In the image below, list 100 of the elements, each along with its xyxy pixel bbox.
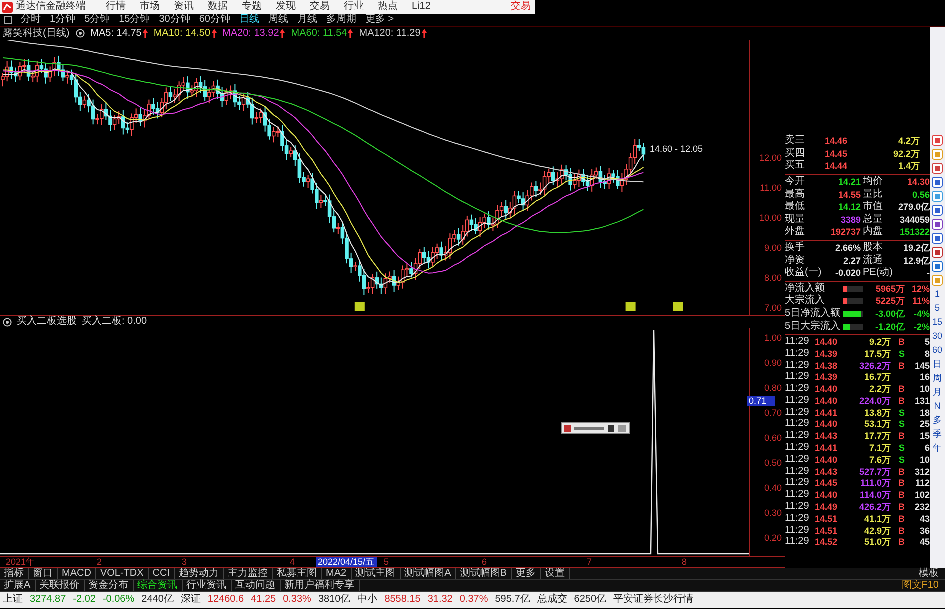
info-tab[interactable]: 行业资讯 (182, 580, 232, 591)
indicator-tab[interactable]: VOL-TDX (96, 568, 149, 579)
period-shortcut-button[interactable]: 日 (933, 359, 942, 370)
order-book-price: 14.46 (825, 135, 849, 148)
menu-item[interactable]: 行业 (344, 0, 378, 14)
period-shortcut-button[interactable]: 多 (933, 415, 942, 426)
menu-item[interactable]: 行情 (106, 0, 140, 14)
period-tab[interactable]: 周线 (268, 14, 288, 26)
tool-icon[interactable] (932, 247, 943, 258)
period-tab[interactable]: 分时 (21, 14, 41, 26)
quote-value: 14.55 (837, 188, 861, 201)
indicator-tab[interactable]: MA2 (322, 568, 352, 579)
tick-volume: 53.1万 (863, 418, 891, 430)
menu-item[interactable]: 市场 (140, 0, 174, 14)
tick-time: 11:29 (785, 512, 810, 525)
tick-volume: 2.2万 (868, 383, 891, 396)
tool-icon[interactable] (932, 191, 943, 202)
info-tab[interactable]: 综合资讯 (134, 580, 183, 591)
period-shortcut-button[interactable]: 1 (934, 289, 940, 300)
indicator-tab[interactable]: 设置 (540, 568, 570, 579)
tick-time: 11:29 (785, 383, 810, 396)
indicator-tab[interactable]: 窗口 (29, 568, 58, 579)
menu-item[interactable]: 资讯 (174, 0, 208, 14)
trade-menu[interactable]: 交易 (511, 0, 531, 14)
quote-label: 最低 (785, 201, 806, 214)
tool-icon[interactable] (932, 219, 943, 230)
tick-count: 36 (918, 524, 930, 537)
period-tab[interactable]: 30分钟 (159, 14, 190, 26)
indicator-tab[interactable]: 趋势动力 (175, 568, 224, 579)
indicator-tab[interactable]: 测试主图 (352, 568, 401, 579)
info-tab[interactable]: 关联报价 (36, 580, 85, 591)
tick-time: 11:29 (785, 371, 810, 384)
period-shortcut-button[interactable]: 5 (934, 303, 940, 314)
tick-count: 102 (914, 489, 930, 502)
settings-icon[interactable] (76, 29, 85, 38)
tick-volume: 41.1万 (863, 512, 891, 525)
period-shortcut-button[interactable]: 60 (932, 345, 942, 356)
info-tab[interactable]: 新用户福利专享 (280, 580, 360, 591)
menu-item[interactable]: 热点 (378, 0, 412, 14)
indicator-tab[interactable]: CCI (148, 568, 176, 579)
menu-item[interactable]: Li12 (412, 0, 446, 14)
tick-side: B (898, 501, 905, 514)
tool-icon[interactable] (932, 261, 943, 272)
menu-item[interactable]: 专题 (242, 0, 276, 14)
period-tab[interactable]: 多周期 (326, 14, 356, 26)
period-shortcut-button[interactable]: 月 (933, 387, 942, 398)
menu-item[interactable]: 交易 (310, 0, 344, 14)
window-icon[interactable] (4, 16, 12, 24)
info-tab[interactable]: 资金分布 (84, 580, 134, 591)
period-shortcut-button[interactable]: 季 (933, 429, 942, 440)
period-tab[interactable]: 更多 > (366, 14, 394, 26)
period-shortcut-button[interactable]: 30 (932, 331, 942, 342)
template-button[interactable]: 模板 (919, 568, 945, 579)
indicator-tab[interactable]: 主力监控 (224, 568, 274, 579)
date-axis-label: 2022/04/15/五 (316, 557, 377, 567)
period-shortcut-button[interactable]: N (934, 401, 941, 412)
period-tab[interactable]: 1分钟 (50, 14, 76, 26)
tool-icon[interactable] (932, 135, 943, 146)
indicator-tab[interactable]: 私募主图 (273, 568, 322, 579)
info-tab[interactable]: 互动问题 (232, 580, 281, 591)
index-change: 31.32 (428, 593, 453, 607)
period-shortcut-button[interactable]: 周 (933, 373, 942, 384)
tick-time: 11:29 (785, 489, 810, 502)
quote-value: - (926, 267, 930, 280)
indicator-tab[interactable]: 指标 (0, 568, 29, 579)
period-tab[interactable]: 60分钟 (199, 14, 230, 26)
period-shortcut-button[interactable]: 年 (933, 443, 942, 454)
signal-marker-icon (626, 302, 636, 311)
settings-icon[interactable] (3, 318, 12, 326)
menu-item[interactable]: 数据 (208, 0, 242, 14)
period-tab[interactable]: 日线 (240, 14, 260, 26)
menu-item[interactable]: 发现 (276, 0, 310, 14)
tool-icon[interactable] (932, 177, 943, 188)
period-shortcut-button[interactable]: 15 (932, 317, 942, 328)
value-axis-label: 0.40 (764, 483, 782, 493)
quote-label: 内盘 (862, 226, 884, 238)
period-tab[interactable]: 5分钟 (84, 14, 110, 26)
tick-volume: 17.5万 (863, 348, 891, 360)
order-book-volume: 1.4万 (897, 160, 920, 172)
indicator-tab[interactable]: 更多 (512, 568, 541, 579)
period-tab[interactable]: 15分钟 (119, 14, 150, 26)
value-axis-label: 0.80 (764, 383, 782, 393)
tool-icon[interactable] (932, 233, 943, 244)
indicator-tab[interactable]: MACD (58, 568, 96, 579)
quote-value: 344059 (898, 214, 930, 226)
indicator-tab[interactable]: 测试幅图A (400, 568, 456, 579)
tick-time: 11:29 (785, 454, 810, 466)
tick-time: 11:29 (785, 348, 810, 360)
tick-side: S (898, 406, 905, 419)
f10-button[interactable]: 图文F10 (902, 580, 945, 591)
tool-icon[interactable] (932, 205, 943, 216)
quote-value: 192737 (830, 226, 861, 238)
indicator-tab[interactable]: 测试幅图B (456, 568, 512, 579)
period-tab[interactable]: 月线 (298, 14, 318, 26)
info-tab[interactable]: 扩展A (0, 580, 36, 591)
tick-volume: 326.2万 (858, 360, 891, 372)
tool-icon[interactable] (932, 163, 943, 174)
tick-count: 10 (918, 383, 930, 396)
index-value: 3274.87 (30, 593, 66, 607)
up-arrow-icon (422, 29, 427, 38)
